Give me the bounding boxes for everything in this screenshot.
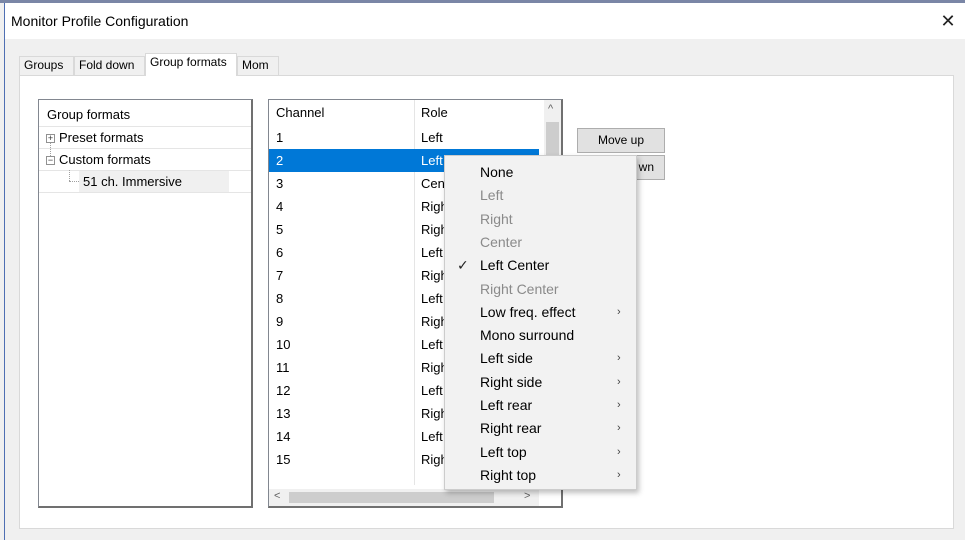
column-header-channel[interactable]: Channel <box>269 100 324 126</box>
column-header-role[interactable]: Role <box>414 100 448 126</box>
tab-groups[interactable]: Groups <box>19 56 74 75</box>
horizontal-scroll-thumb[interactable] <box>289 492 494 503</box>
expand-icon[interactable]: + <box>46 134 55 143</box>
role-cell: Cen <box>421 176 445 191</box>
menu-item-label: Left <box>480 187 504 204</box>
menu-item-label: Center <box>480 233 523 250</box>
submenu-arrow-icon: › <box>617 375 621 388</box>
scroll-up-icon[interactable]: ^ <box>548 103 553 115</box>
collapse-icon[interactable]: − <box>46 156 55 165</box>
menu-item-label: Right Center <box>480 280 559 297</box>
channel-cell: 2 <box>276 153 284 168</box>
menu-item-label: Left side <box>480 350 533 367</box>
submenu-arrow-icon: › <box>617 352 621 365</box>
submenu-arrow-icon: › <box>617 422 621 435</box>
submenu-arrow-icon: › <box>617 399 621 411</box>
menu-item-left-side[interactable]: Left side › <box>447 347 634 370</box>
channel-cell: 6 <box>276 245 284 260</box>
menu-item-label: None <box>480 164 514 180</box>
submenu-arrow-icon: › <box>617 445 621 458</box>
table-row[interactable]: 1 Left <box>269 126 539 149</box>
menu-item-label: Left top <box>480 443 527 460</box>
menu-item-right-center: Right Center <box>447 278 634 301</box>
menu-item-label: Right rear <box>480 420 542 437</box>
channel-cell: 9 <box>276 314 284 329</box>
channel-cell: 4 <box>276 199 284 214</box>
tab-mom[interactable]: Mom <box>237 56 279 75</box>
group-formats-tree[interactable]: Group formats + Preset formats − Custom … <box>38 99 253 508</box>
checkmark-icon: ✓ <box>457 257 469 274</box>
menu-item-label: Left rear <box>480 397 533 413</box>
channel-cell: 8 <box>276 291 284 306</box>
move-up-button[interactable]: Move up <box>577 128 665 153</box>
horizontal-scrollbar[interactable]: < > <box>269 489 539 506</box>
menu-item-left: Left <box>447 184 634 207</box>
scroll-left-icon[interactable]: < <box>274 490 280 502</box>
tab-group-formats[interactable]: Group formats <box>145 53 237 76</box>
channel-cell: 10 <box>276 337 291 352</box>
menu-item-label: Right <box>480 210 513 227</box>
menu-item-label: Right top <box>480 466 537 483</box>
role-cell: Left <box>421 291 443 306</box>
menu-item-low-freq-effect[interactable]: Low freq. effect › <box>447 301 634 324</box>
window-title: Monitor Profile Configuration <box>11 13 189 29</box>
menu-item-mono-surround[interactable]: Mono surround <box>447 324 634 347</box>
menu-item-right-side[interactable]: Right side › <box>447 371 634 394</box>
menu-item-right-top[interactable]: Right top › <box>447 464 634 487</box>
menu-item-label: Left Center <box>480 257 550 274</box>
list-header: Channel Role <box>269 100 539 126</box>
channel-cell: 15 <box>276 452 291 467</box>
channel-cell: 11 <box>276 360 290 375</box>
role-cell: Left <box>421 429 443 444</box>
menu-item-label: Right side <box>480 373 543 390</box>
channel-cell: 13 <box>276 406 291 421</box>
menu-item-right-rear[interactable]: Right rear › <box>447 417 634 440</box>
tree-header: Group formats <box>47 107 131 122</box>
channel-cell: 1 <box>276 130 284 145</box>
role-context-menu: None Left Right Center ✓ Left Center Right Cen… <box>444 155 637 490</box>
tree-item-custom-formats[interactable]: Custom formats <box>59 149 151 170</box>
channel-cell: 5 <box>276 222 284 237</box>
menu-item-right: Right <box>447 208 634 231</box>
channel-cell: 7 <box>276 268 284 283</box>
channel-cell: 12 <box>276 383 291 398</box>
role-cell: Left <box>421 245 443 260</box>
menu-item-left-top[interactable]: Left top › <box>447 441 634 464</box>
menu-item-center: Center <box>447 231 634 254</box>
tree-item-preset-formats[interactable]: Preset formats <box>59 127 144 148</box>
menu-item-label: Low freq. effect <box>480 303 576 320</box>
tree-item-51-ch-immersive[interactable]: 51 ch. Immersive <box>79 171 229 192</box>
channel-cell: 3 <box>276 176 284 191</box>
menu-item-left-center[interactable]: ✓ Left Center <box>447 254 634 277</box>
role-cell: Left <box>421 130 443 145</box>
close-icon[interactable]: ✕ <box>930 3 965 39</box>
submenu-arrow-icon: › <box>617 305 621 318</box>
title-bar: Monitor Profile Configuration ✕ <box>5 3 965 39</box>
menu-item-none[interactable]: None <box>447 161 634 184</box>
channel-cell: 14 <box>276 429 291 444</box>
tab-fold-down[interactable]: Fold down <box>74 56 145 75</box>
role-cell: Left <box>421 337 443 352</box>
menu-item-left-rear[interactable]: Left rear › <box>447 394 634 417</box>
scroll-right-icon[interactable]: > <box>524 490 530 502</box>
submenu-arrow-icon: › <box>617 468 621 481</box>
menu-item-label: Mono surround <box>480 327 575 344</box>
role-cell: Left <box>421 383 443 398</box>
